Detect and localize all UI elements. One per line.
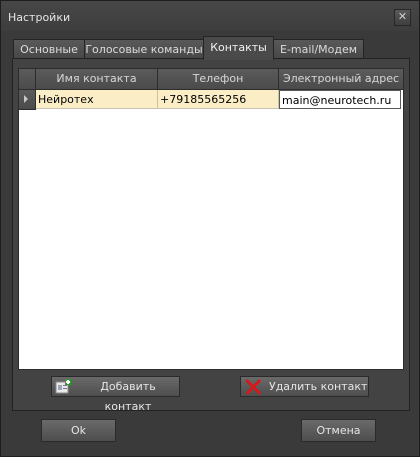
tab-email-modem[interactable]: E-mail/Модем — [273, 39, 364, 59]
row-header-corner — [19, 69, 36, 90]
grid-header: Имя контакта Телефон Электронный адрес — [19, 69, 403, 90]
delete-contact-button[interactable]: Удалить контакт — [240, 376, 369, 397]
column-header-phone[interactable]: Телефон — [158, 69, 279, 90]
contacts-grid[interactable]: Имя контакта Телефон Электронный адрес Н… — [18, 68, 404, 370]
delete-contact-label: Удалить контакт — [269, 380, 368, 393]
close-button[interactable]: ✕ — [394, 9, 411, 26]
cancel-button[interactable]: Отмена — [301, 419, 376, 442]
contact-card-plus-icon — [55, 379, 71, 394]
cell-email-editor[interactable]: main@neurotech.ru — [279, 90, 401, 109]
column-header-name[interactable]: Имя контакта — [36, 69, 158, 90]
contacts-panel: Имя контакта Телефон Электронный адрес Н… — [12, 58, 410, 413]
add-contact-button[interactable]: Добавить контакт — [51, 376, 180, 413]
cell-phone[interactable]: +79185565256 — [158, 90, 279, 109]
column-header-email[interactable]: Электронный адрес — [279, 69, 403, 90]
settings-window: Настройки ✕ Основные Голосовые команды К… — [0, 0, 420, 457]
title-bar[interactable]: Настройки ✕ — [1, 1, 419, 31]
tab-general[interactable]: Основные — [13, 39, 85, 59]
red-x-icon — [245, 379, 261, 395]
close-icon: ✕ — [397, 10, 408, 23]
tab-contacts[interactable]: Контакты — [203, 36, 274, 60]
table-row[interactable]: Нейротех +79185565256 main@neurotech.ru — [19, 90, 403, 110]
row-selector[interactable] — [19, 90, 36, 110]
triangle-right-icon — [24, 95, 28, 103]
ok-button[interactable]: Ok — [41, 419, 116, 442]
add-contact-label: Добавить контакт — [100, 380, 156, 413]
cell-contact-name[interactable]: Нейротех — [36, 90, 158, 109]
tab-voice-commands[interactable]: Голосовые команды — [84, 39, 204, 59]
window-title: Настройки — [8, 11, 71, 24]
